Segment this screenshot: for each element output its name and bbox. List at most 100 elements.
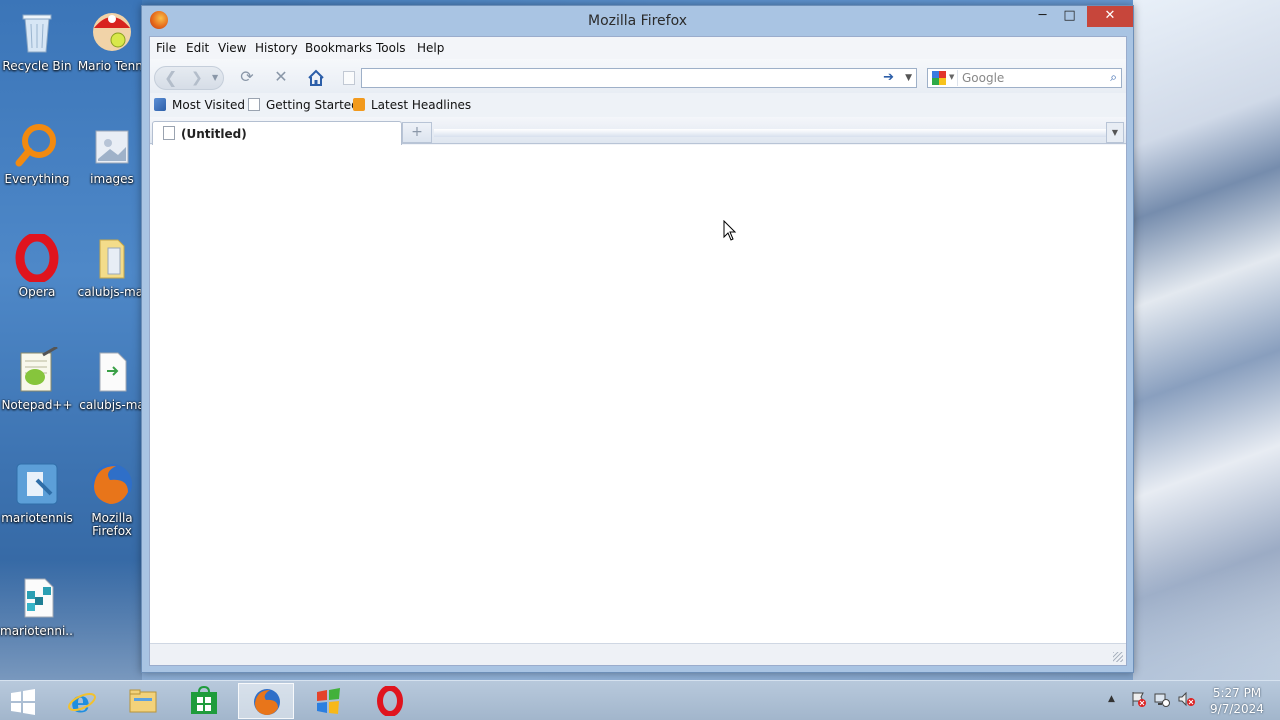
reload-button[interactable]: ⟳ [236, 66, 258, 90]
navigation-toolbar: ❮ ❯ ▼ ⟳ ✕ ➔ ▼ ▼ Google ⌕ [150, 59, 1126, 93]
resize-grip-icon[interactable] [1113, 652, 1123, 662]
bookmarks-toolbar: Most Visited Getting Started Latest Head… [150, 93, 1126, 117]
menu-file[interactable]: File [156, 41, 176, 55]
show-hidden-icons-button[interactable]: ▲ [1108, 694, 1115, 704]
document-icon [88, 347, 136, 395]
windows-live-icon [317, 688, 340, 714]
go-arrow-icon[interactable]: ➔ [883, 69, 894, 87]
desktop-icon-images[interactable]: images [75, 121, 149, 186]
back-forward-group: ❮ ❯ ▼ [154, 66, 224, 90]
desktop-icon-calubjs-file[interactable]: calubjs-ma [75, 347, 149, 412]
bookmark-latest-headlines[interactable]: Latest Headlines [353, 98, 471, 112]
opera-icon [13, 232, 61, 284]
taskbar: e ▲ 5:27 PM 9/7/2024 [0, 680, 1280, 720]
home-button[interactable] [304, 66, 328, 90]
mario-tennis-icon [88, 8, 136, 56]
search-magnifier-icon[interactable]: ⌕ [1110, 70, 1117, 85]
page-content[interactable] [150, 145, 1126, 645]
most-visited-icon [154, 98, 166, 111]
desktop-icon-label: images [90, 173, 134, 186]
store-icon [191, 686, 217, 714]
menu-edit[interactable]: Edit [186, 41, 209, 55]
search-input[interactable]: Google [962, 71, 1004, 85]
back-button[interactable]: ❮ [164, 67, 177, 89]
page-favicon-icon [343, 71, 355, 85]
desktop-icon-calubjs-folder[interactable]: calubjs-mai [75, 234, 149, 299]
mariotennis-app-icon [13, 460, 61, 508]
folder-icon [88, 234, 136, 282]
start-button[interactable] [0, 683, 48, 719]
notepad-plus-plus-icon [13, 345, 61, 395]
taskbar-firefox[interactable] [238, 683, 294, 719]
desktop-icon-opera[interactable]: Opera [0, 232, 74, 299]
desktop-icon-notepad-plus-plus[interactable]: Notepad++ [0, 345, 74, 412]
menu-tools[interactable]: Tools [376, 41, 406, 55]
desktop-icon-mozilla-firefox[interactable]: Mozilla Firefox [75, 460, 149, 538]
tab-strip-fill [434, 129, 1106, 137]
taskbar-opera[interactable] [362, 683, 418, 719]
menu-history[interactable]: History [255, 41, 298, 55]
taskbar-windows-live[interactable] [300, 683, 356, 719]
history-dropdown-icon[interactable]: ▼ [212, 67, 218, 89]
forward-button[interactable]: ❯ [191, 67, 203, 89]
desktop-icon-label: mariotennis [1, 512, 73, 525]
minimize-button[interactable]: ─ [1029, 6, 1056, 27]
window-title: Mozilla Firefox [587, 13, 688, 29]
home-icon [308, 69, 324, 86]
firefox-icon [254, 689, 280, 715]
stop-button[interactable]: ✕ [270, 66, 292, 90]
desktop-icon-label: Recycle Bin [2, 60, 72, 73]
recycle-bin-icon [13, 8, 61, 56]
google-logo-icon [932, 71, 946, 85]
taskbar-store[interactable] [176, 683, 232, 719]
reload-icon: ⟳ [240, 67, 254, 86]
close-button[interactable]: ✕ [1087, 6, 1133, 27]
desktop-icon-everything[interactable]: Everything [0, 121, 74, 186]
page-icon [163, 126, 175, 140]
desktop-icon-label: Mozilla Firefox [91, 512, 133, 538]
action-center-flag-icon[interactable] [1130, 691, 1146, 707]
everything-search-icon [13, 121, 61, 169]
firefox-window[interactable]: Mozilla Firefox ─ □ ✕ File Edit View His… [141, 5, 1134, 673]
desktop-icon-label: Mario Tenni [77, 60, 147, 73]
rss-feed-icon [353, 98, 365, 111]
desktop-icon-label: calubjs-mai [77, 286, 147, 299]
title-bar[interactable]: Mozilla Firefox ─ □ ✕ [142, 6, 1133, 36]
opera-icon [377, 686, 403, 716]
desktop-icon-recycle-bin[interactable]: Recycle Bin [0, 8, 74, 73]
url-dropdown-icon[interactable]: ▼ [905, 69, 912, 88]
clock-date: 9/7/2024 [1210, 702, 1264, 716]
url-bar[interactable]: ➔ ▼ [361, 68, 917, 88]
system-clock[interactable]: 5:27 PM 9/7/2024 [1204, 685, 1270, 717]
new-tab-button[interactable]: + [402, 122, 432, 143]
registry-file-icon [13, 573, 61, 621]
bookmark-getting-started[interactable]: Getting Started [248, 98, 359, 112]
firefox-icon [88, 460, 136, 508]
windows-logo-icon [11, 689, 35, 715]
stop-icon: ✕ [274, 67, 288, 86]
menu-bookmarks[interactable]: Bookmarks [305, 41, 372, 55]
search-engine-selector[interactable]: ▼ [930, 70, 958, 86]
bookmark-label: Latest Headlines [371, 98, 472, 112]
volume-muted-icon[interactable] [1178, 691, 1196, 707]
browser-client-area: File Edit View History Bookmarks Tools H… [149, 36, 1127, 666]
maximize-button[interactable]: □ [1056, 6, 1083, 27]
desktop-icon-label: Notepad++ [1, 399, 73, 412]
desktop-icon-mariotennis[interactable]: mariotennis [0, 460, 74, 525]
taskbar-file-explorer[interactable] [115, 683, 171, 719]
file-explorer-icon [129, 689, 157, 713]
mouse-cursor-icon [723, 220, 737, 241]
bookmark-most-visited[interactable]: Most Visited [154, 98, 245, 112]
taskbar-internet-explorer[interactable]: e [54, 683, 110, 719]
desktop-icon-label: mariotenni... [0, 625, 74, 638]
list-all-tabs-button[interactable]: ▼ [1106, 122, 1124, 143]
tab-untitled[interactable]: (Untitled) [152, 121, 402, 145]
menu-view[interactable]: View [218, 41, 246, 55]
desktop-icon-mariotennis-file[interactable]: mariotenni... [0, 573, 74, 638]
tab-label: (Untitled) [181, 127, 247, 141]
status-bar [150, 643, 1126, 665]
search-bar[interactable]: ▼ Google ⌕ [927, 68, 1122, 88]
desktop-icon-mario-tennis[interactable]: Mario Tenni [75, 8, 149, 73]
network-icon[interactable] [1154, 691, 1170, 707]
menu-help[interactable]: Help [417, 41, 444, 55]
